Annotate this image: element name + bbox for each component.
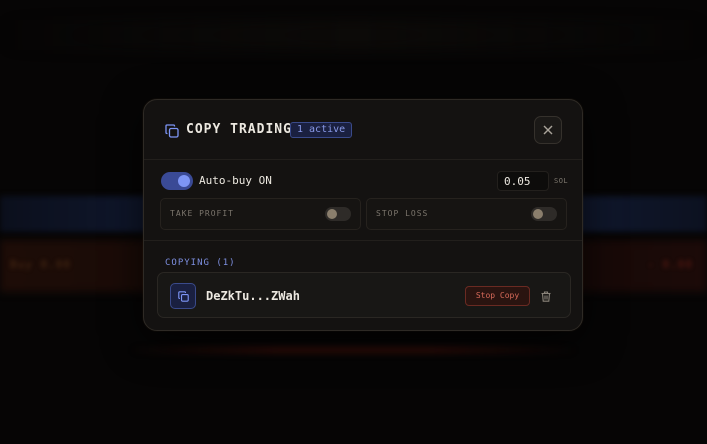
toggle-knob (533, 209, 543, 219)
copy-trading-modal: COPY TRADING 1 active Auto-buy ON SOL TA… (143, 99, 583, 331)
wallet-address: DeZkTu...ZWah (206, 289, 300, 303)
background-line (130, 346, 577, 354)
buy-amount-input[interactable] (497, 171, 549, 191)
stop-loss-toggle[interactable] (531, 207, 557, 221)
take-profit-toggle[interactable] (325, 207, 351, 221)
stop-loss-panel: STOP LOSS (366, 198, 567, 230)
stop-copy-button[interactable]: Stop Copy (465, 286, 530, 306)
toggle-knob (327, 209, 337, 219)
autobuy-label: Auto-buy ON (199, 174, 272, 187)
copied-wallet-row: DeZkTu...ZWah Stop Copy (157, 272, 571, 318)
background-glow (0, 20, 707, 50)
close-button[interactable] (534, 116, 562, 144)
copying-section-label: COPYING (1) (165, 258, 236, 268)
section-divider (144, 240, 582, 241)
modal-title: COPY TRADING (186, 122, 292, 137)
wallet-copy-button[interactable] (170, 283, 196, 309)
toggle-knob (178, 175, 190, 187)
trash-icon (541, 290, 551, 302)
take-profit-panel: TAKE PROFIT (160, 198, 361, 230)
stop-loss-label: STOP LOSS (376, 209, 429, 218)
delete-wallet-button[interactable] (536, 286, 556, 306)
background-text-left: Buy 0.00 (10, 258, 71, 271)
background-text-right: - 0.00 (647, 258, 693, 271)
amount-unit: SOL (554, 177, 569, 185)
autobuy-toggle[interactable] (161, 172, 193, 190)
modal-header: COPY TRADING 1 active (144, 100, 582, 160)
take-profit-label: TAKE PROFIT (170, 209, 234, 218)
copy-icon (165, 123, 179, 138)
close-icon (543, 125, 553, 135)
copy-icon (177, 290, 189, 302)
active-count-badge: 1 active (290, 122, 353, 138)
